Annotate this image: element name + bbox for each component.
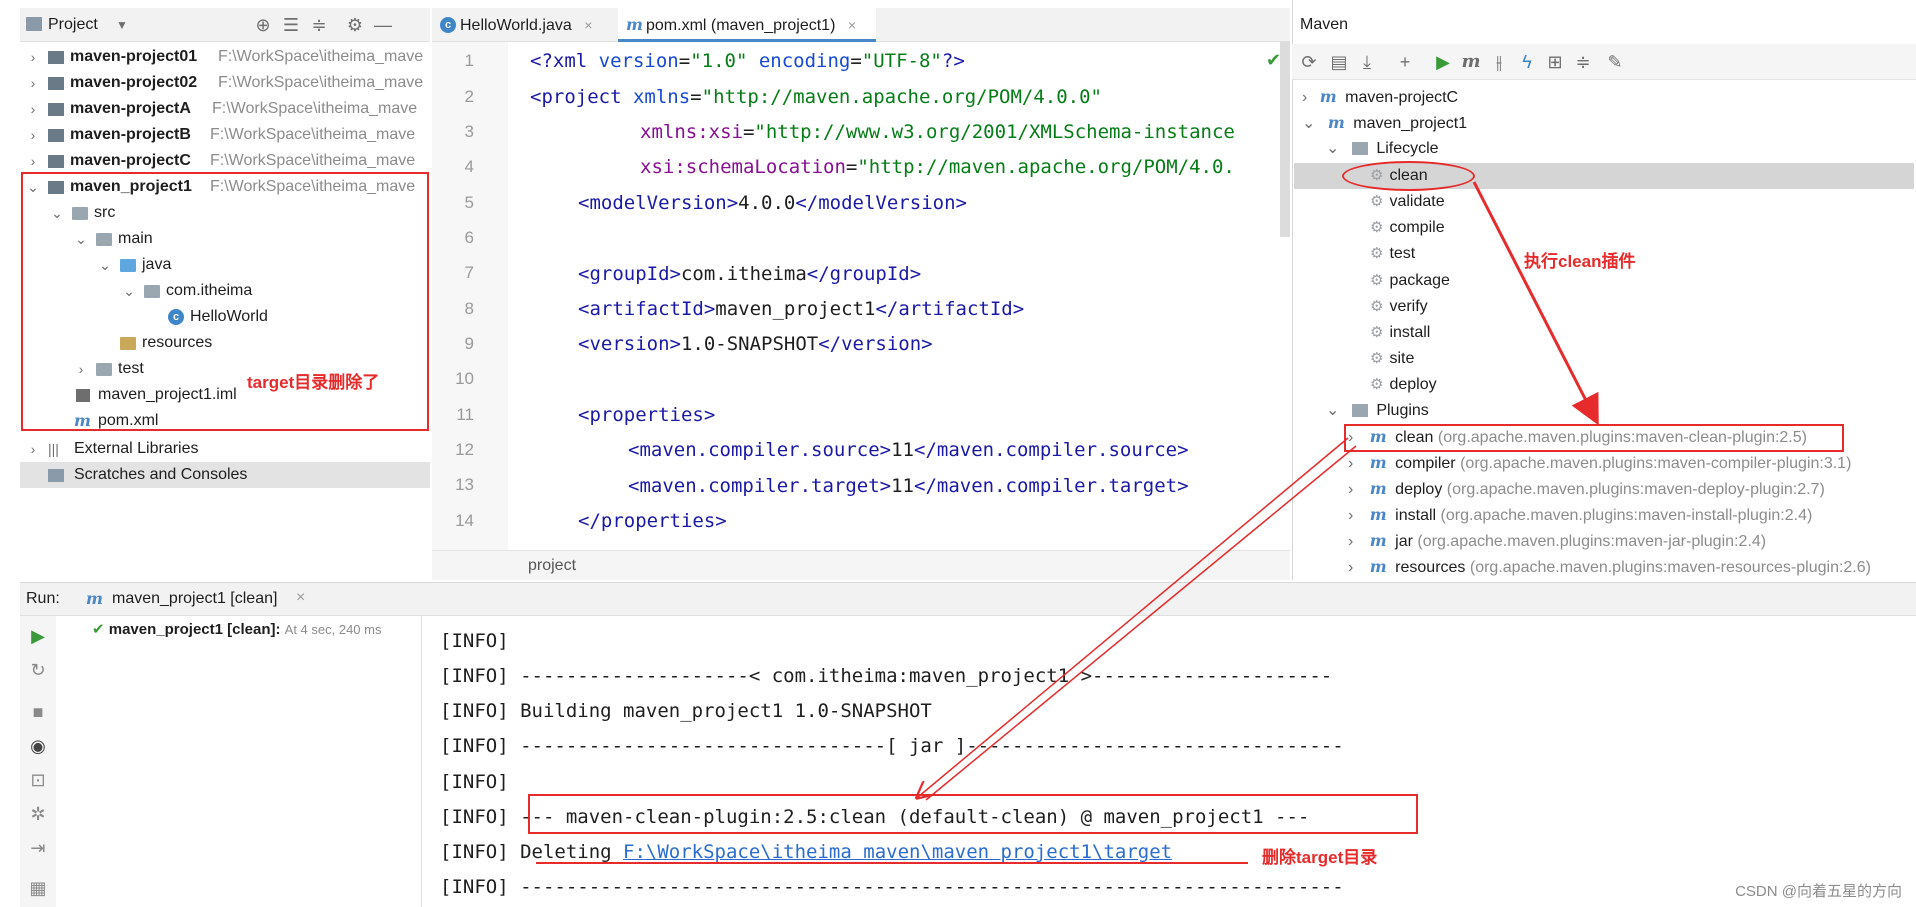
watermark: CSDN @向着五星的方向 — [1735, 883, 1902, 900]
arrow-plugin-to-console — [918, 437, 1349, 797]
annotation-arrows — [0, 181, 1599, 801]
arrow-clean-to-plugin — [1472, 181, 1599, 426]
arrow-plugin-to-console-outline — [925, 445, 1357, 801]
